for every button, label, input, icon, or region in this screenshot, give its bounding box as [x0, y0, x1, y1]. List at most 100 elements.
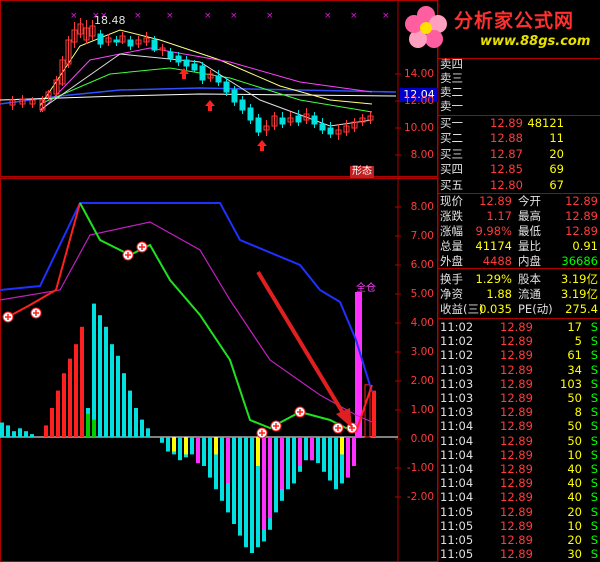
tick-time: 11:02: [440, 320, 474, 334]
tick-volume: 8: [574, 405, 582, 420]
tick-row[interactable]: 11:04 12.89 10 S: [438, 448, 600, 462]
candle-body: [255, 117, 262, 133]
stats-label: 收益(三): [440, 302, 484, 316]
candle-body: [215, 75, 222, 83]
bid-row[interactable]: 买一 12.89 48121: [438, 116, 600, 130]
site-logo: 分析家公式网 www.88gs.com: [396, 0, 600, 56]
tick-row[interactable]: 11:04 12.89 40 S: [438, 476, 600, 490]
quote-value: 12.89: [565, 194, 598, 208]
stats-label: PE(动): [518, 302, 553, 316]
candle-body: [327, 127, 334, 135]
quote-label: 量比: [518, 239, 541, 253]
histogram-bar: [92, 303, 96, 437]
tick-row[interactable]: 11:02 12.89 5 S: [438, 334, 600, 348]
histogram-bar: [68, 358, 72, 437]
tick-row[interactable]: 11:05 12.89 20 S: [438, 533, 600, 547]
tick-side: S: [590, 447, 598, 462]
tick-time: 11:02: [440, 348, 474, 363]
bid-label: 买一: [440, 116, 463, 130]
tick-time: 11:04: [440, 433, 474, 448]
stats-value: 275.4: [565, 302, 598, 316]
bid-row[interactable]: 买五 12.80 67: [438, 178, 600, 192]
quote-label: 外盘: [440, 254, 463, 268]
tick-volume: 50: [567, 391, 582, 405]
quote-label: 最高: [518, 209, 541, 223]
quote-label: 涨跌: [440, 209, 463, 223]
tick-volume: 50: [567, 419, 582, 434]
marker-x: ×: [166, 11, 174, 21]
tick-row[interactable]: 11:02 12.89 61 S: [438, 348, 600, 362]
quote-row: 外盘 4488 内盘 36686: [438, 254, 600, 268]
tick-row[interactable]: 11:03 12.89 50 S: [438, 391, 600, 405]
histogram-bar: [346, 437, 350, 478]
histogram-bar: [310, 437, 314, 461]
tick-row[interactable]: 11:04 12.89 50 S: [438, 434, 600, 448]
tick-row[interactable]: 11:04 12.89 50 S: [438, 419, 600, 433]
pattern-badge[interactable]: 形态: [350, 166, 374, 178]
tick-volume: 40: [567, 476, 582, 491]
bid-label: 买四: [440, 162, 463, 177]
histogram-bar: [50, 408, 54, 437]
ask-row[interactable]: 卖二: [438, 85, 600, 99]
candle-body: [239, 99, 246, 111]
bid-row[interactable]: 买二 12.88 11: [438, 131, 600, 145]
tick-row[interactable]: 11:03 12.89 8 S: [438, 405, 600, 419]
bid-row[interactable]: 买三 12.87 20: [438, 147, 600, 161]
quote-row: 涨幅 9.98% 最低 12.89: [438, 224, 600, 238]
histogram-bar: [56, 390, 60, 437]
bid-price: 12.89: [490, 116, 523, 130]
histogram-bar: [328, 437, 332, 481]
tick-row[interactable]: 11:04 12.89 40 S: [438, 462, 600, 476]
tick-volume: 40: [567, 490, 582, 505]
tick-row[interactable]: 11:05 12.89 30 S: [438, 547, 600, 561]
tick-side: S: [590, 376, 598, 391]
quote-value: 0.91: [572, 239, 598, 253]
histogram-bar: [238, 437, 242, 536]
histogram-bar: [256, 437, 260, 466]
bid-label: 买五: [440, 177, 463, 192]
tick-row[interactable]: 11:04 12.89 40 S: [438, 490, 600, 504]
ask-row[interactable]: 卖一: [438, 99, 600, 113]
tick-time: 11:05: [440, 504, 474, 519]
bid-row[interactable]: 买四 12.85 69: [438, 162, 600, 176]
ma-line-yellow: [39, 29, 373, 107]
tick-row[interactable]: 11:02 12.89 17 S: [438, 320, 600, 334]
ask-row[interactable]: 卖四: [438, 57, 600, 71]
stats-value: 1.88: [486, 287, 512, 301]
ask-label: 卖一: [440, 99, 463, 113]
tick-price: 12.89: [500, 447, 533, 462]
tick-side: S: [590, 518, 598, 533]
stats-label: 净资: [440, 287, 463, 301]
histogram-bar: [232, 437, 236, 524]
quote-value: 12.89: [565, 209, 598, 223]
ask-label: 卖二: [440, 85, 463, 99]
bid-volume: 20: [549, 146, 564, 161]
histogram-bar: [322, 437, 326, 472]
histogram-bar: [92, 419, 96, 437]
tick-price: 12.89: [500, 462, 533, 476]
tick-side: S: [590, 476, 598, 491]
histogram-bar: [250, 437, 254, 553]
candle-body: [199, 65, 206, 81]
histogram-bar: [280, 437, 284, 490]
quote-row: 现价 12.89 今开 12.89: [438, 194, 600, 208]
tick-row[interactable]: 11:03 12.89 34 S: [438, 363, 600, 377]
tick-volume: 50: [567, 433, 582, 448]
histogram-bar: [6, 425, 10, 437]
tick-row[interactable]: 11:03 12.89 103 S: [438, 377, 600, 391]
histogram-bar: [298, 437, 302, 466]
tick-price: 12.89: [500, 334, 533, 349]
histogram-bar: [190, 437, 194, 455]
tick-row[interactable]: 11:05 12.89 10 S: [438, 519, 600, 533]
annotation-arrow: [256, 270, 348, 420]
ask-row[interactable]: 卖三: [438, 71, 600, 85]
tick-side: S: [590, 533, 598, 547]
price-axis-tick: 10.00: [403, 122, 434, 134]
marker-x: ×: [230, 11, 238, 21]
quote-value: 9.98%: [475, 224, 512, 238]
tick-volume: 61: [567, 348, 582, 363]
tick-row[interactable]: 11:05 12.89 20 S: [438, 505, 600, 519]
histogram-bar: [128, 390, 132, 437]
indicator-line-red: [5, 202, 81, 319]
tick-time: 11:04: [440, 476, 474, 491]
